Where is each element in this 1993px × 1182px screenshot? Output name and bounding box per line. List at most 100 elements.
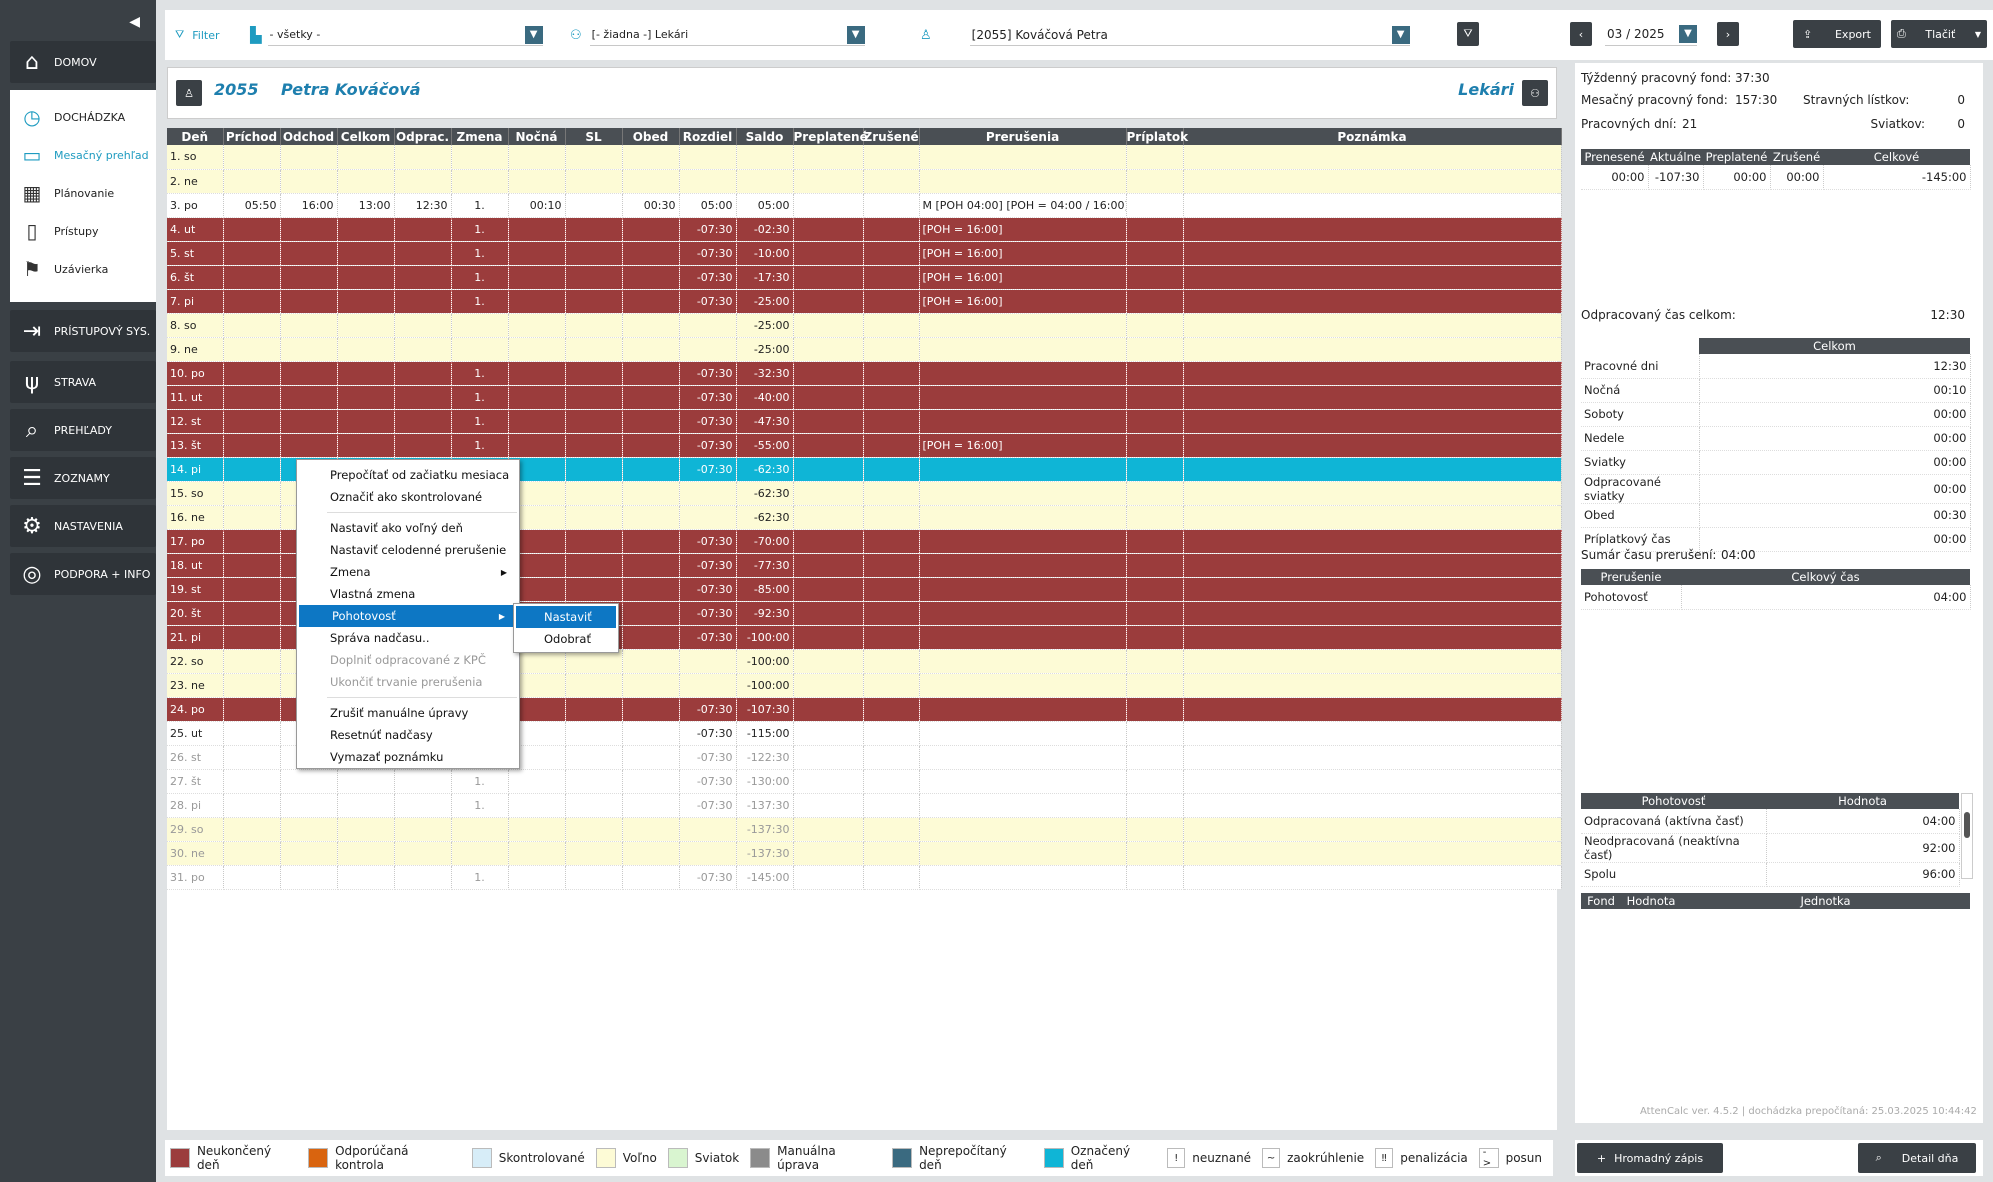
table-cell[interactable] <box>793 841 864 866</box>
table-cell[interactable]: 30. ne <box>167 841 224 866</box>
table-cell[interactable] <box>223 361 281 386</box>
table-cell[interactable] <box>622 505 680 530</box>
table-cell[interactable] <box>919 457 1127 482</box>
table-cell[interactable]: 29. so <box>167 817 224 842</box>
table-cell[interactable] <box>793 721 864 746</box>
table-cell[interactable] <box>1126 241 1184 266</box>
table-cell[interactable]: 3. po <box>167 193 224 218</box>
table-cell[interactable] <box>280 793 338 818</box>
table-cell[interactable] <box>1126 433 1184 458</box>
table-cell[interactable] <box>863 361 920 386</box>
table-cell[interactable] <box>223 217 281 242</box>
table-cell[interactable]: -122:30 <box>736 745 794 770</box>
table-cell[interactable] <box>565 361 623 386</box>
table-cell[interactable] <box>280 337 338 362</box>
table-cell[interactable] <box>280 769 338 794</box>
col-header[interactable]: Príchod <box>223 128 281 145</box>
table-cell[interactable] <box>919 313 1127 338</box>
table-cell[interactable] <box>337 313 395 338</box>
table-cell[interactable] <box>919 577 1127 602</box>
table-cell[interactable] <box>793 793 864 818</box>
table-cell[interactable] <box>1126 505 1184 530</box>
table-cell[interactable] <box>508 841 566 866</box>
table-cell[interactable] <box>223 313 281 338</box>
table-cell[interactable] <box>1183 241 1562 266</box>
table-cell[interactable] <box>451 841 509 866</box>
table-cell[interactable] <box>679 169 737 194</box>
table-cell[interactable] <box>863 337 920 362</box>
col-header[interactable]: Rozdiel <box>679 128 737 145</box>
table-cell[interactable] <box>863 793 920 818</box>
table-cell[interactable] <box>863 673 920 698</box>
table-cell[interactable] <box>337 769 395 794</box>
table-cell[interactable] <box>863 433 920 458</box>
table-cell[interactable] <box>508 337 566 362</box>
table-cell[interactable] <box>508 865 566 890</box>
table-cell[interactable] <box>622 649 680 674</box>
table-cell[interactable] <box>919 337 1127 362</box>
table-cell[interactable]: -07:30 <box>679 529 737 554</box>
group-filter[interactable]: ⚇ [- žiadna -] Lekári ▼ <box>570 24 865 46</box>
table-cell[interactable]: 00:30 <box>622 193 680 218</box>
table-cell[interactable]: 9. ne <box>167 337 224 362</box>
table-cell[interactable] <box>622 817 680 842</box>
employee-select[interactable]: ♙ [2055] Kováčová Petra ▼ <box>920 24 1410 46</box>
col-header[interactable]: Preplatené <box>793 128 868 145</box>
table-cell[interactable] <box>1183 265 1562 290</box>
table-cell[interactable] <box>565 529 623 554</box>
table-cell[interactable]: 31. po <box>167 865 224 890</box>
table-cell[interactable] <box>565 169 623 194</box>
table-row[interactable]: 12. st 1. -07:30 -47:30 <box>167 409 1562 434</box>
table-cell[interactable] <box>622 673 680 698</box>
table-cell[interactable] <box>622 217 680 242</box>
table-row[interactable]: 4. ut 1. -07:30 -02:30 [POH = 16:00] <box>167 217 1562 242</box>
table-cell[interactable] <box>1126 745 1184 770</box>
menu-item[interactable]: Pohotovosť ▶ <box>299 605 517 627</box>
table-cell[interactable] <box>1183 481 1562 506</box>
table-cell[interactable] <box>919 865 1127 890</box>
table-cell[interactable] <box>919 745 1127 770</box>
table-cell[interactable] <box>223 745 281 770</box>
col-header[interactable]: Poznámka <box>1183 128 1562 145</box>
table-cell[interactable]: -07:30 <box>679 553 737 578</box>
table-cell[interactable]: 2. ne <box>167 169 224 194</box>
table-cell[interactable] <box>565 505 623 530</box>
table-cell[interactable] <box>280 433 338 458</box>
menu-item[interactable]: Nastaviť ako voľný deň <box>297 517 519 539</box>
table-cell[interactable]: 16:00 <box>280 193 338 218</box>
scroll-thumb[interactable] <box>1964 812 1970 838</box>
table-cell[interactable] <box>1183 769 1562 794</box>
table-cell[interactable] <box>919 409 1127 434</box>
table-cell[interactable] <box>337 361 395 386</box>
table-cell[interactable]: 1. <box>451 241 509 266</box>
table-cell[interactable] <box>337 865 395 890</box>
table-cell[interactable] <box>863 241 920 266</box>
table-cell[interactable] <box>863 745 920 770</box>
table-cell[interactable] <box>1183 145 1562 170</box>
table-cell[interactable] <box>1183 745 1562 770</box>
table-row[interactable]: 9. ne -25:00 <box>167 337 1562 362</box>
table-cell[interactable] <box>863 457 920 482</box>
table-cell[interactable] <box>793 361 864 386</box>
table-cell[interactable] <box>508 385 566 410</box>
filter-toggle[interactable]: ⛛ Filter <box>175 24 220 46</box>
table-cell[interactable] <box>508 433 566 458</box>
table-cell[interactable]: [POH = 16:00] <box>919 241 1127 266</box>
table-cell[interactable] <box>280 385 338 410</box>
table-cell[interactable] <box>1126 265 1184 290</box>
table-cell[interactable] <box>1183 457 1562 482</box>
table-cell[interactable]: -02:30 <box>736 217 794 242</box>
table-cell[interactable]: 22. so <box>167 649 224 674</box>
table-cell[interactable] <box>1126 625 1184 650</box>
table-cell[interactable] <box>736 169 794 194</box>
table-cell[interactable] <box>223 145 281 170</box>
table-cell[interactable] <box>793 481 864 506</box>
table-cell[interactable] <box>679 817 737 842</box>
table-cell[interactable] <box>451 337 509 362</box>
table-cell[interactable] <box>394 769 452 794</box>
table-cell[interactable] <box>793 169 864 194</box>
table-cell[interactable] <box>565 409 623 434</box>
table-cell[interactable]: 27. št <box>167 769 224 794</box>
table-cell[interactable] <box>1126 457 1184 482</box>
table-cell[interactable] <box>337 385 395 410</box>
